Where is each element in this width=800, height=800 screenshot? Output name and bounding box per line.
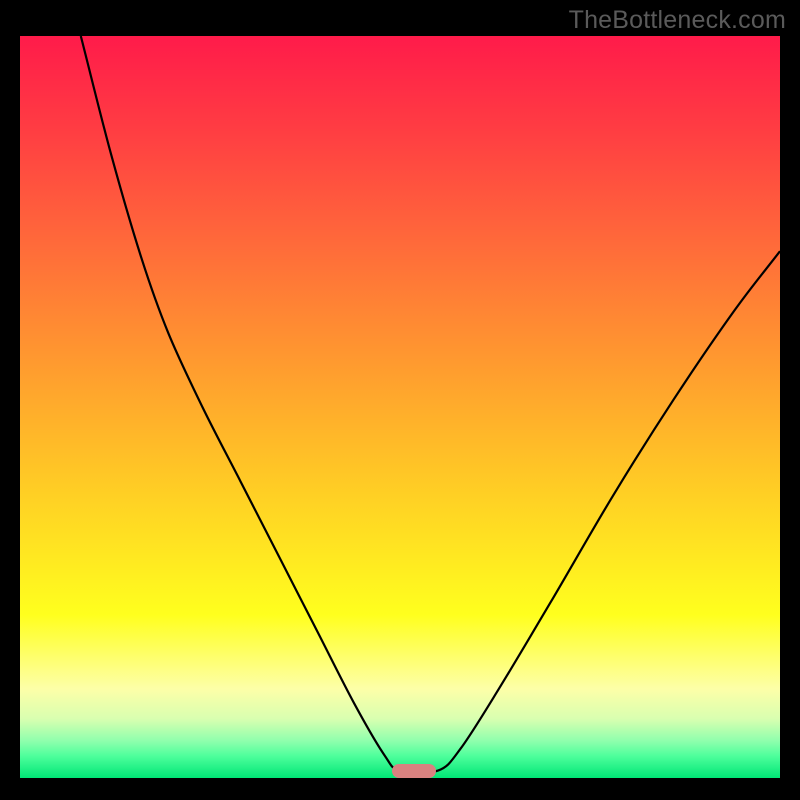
optimum-marker [392,764,436,778]
curve-layer [20,36,780,778]
chart-frame: TheBottleneck.com [0,0,800,800]
plot-area [20,36,780,778]
bottleneck-curve [81,36,780,773]
watermark-text: TheBottleneck.com [569,6,786,35]
